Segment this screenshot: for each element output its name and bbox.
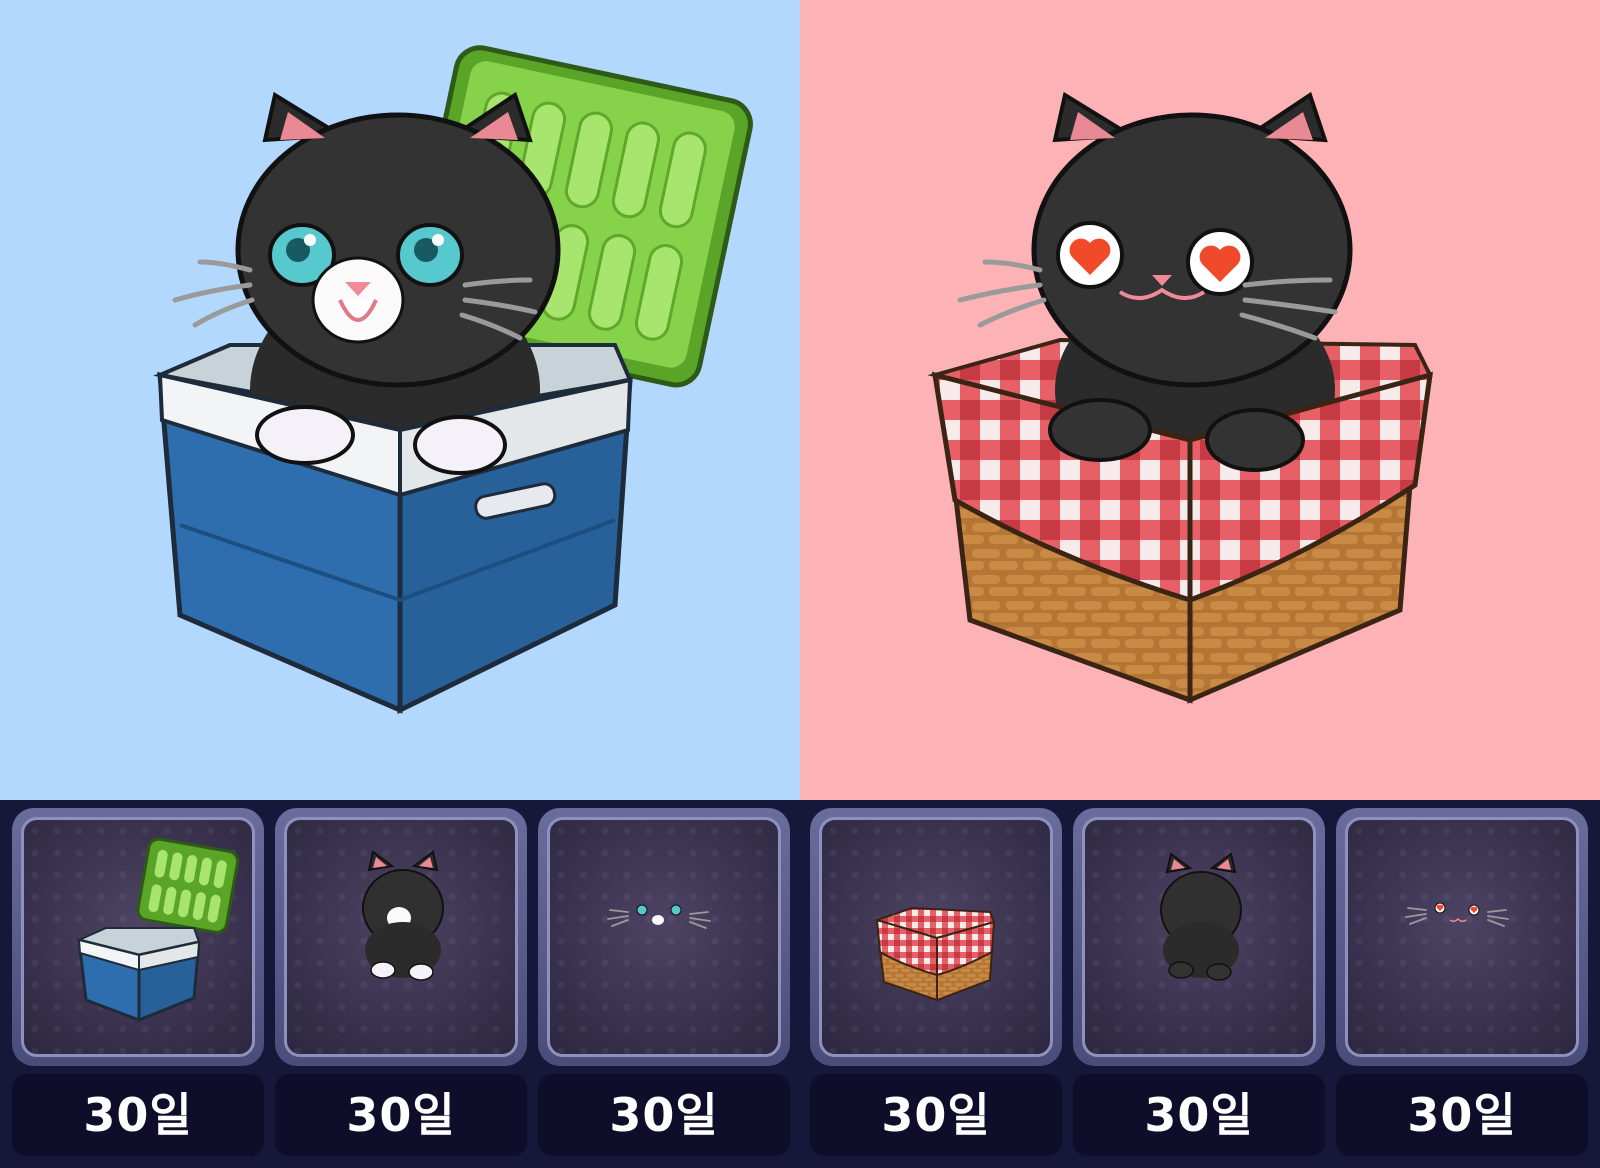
item-slot-cooler-box[interactable] [12, 808, 264, 1066]
cyan-eyes-face-icon [607, 904, 711, 929]
tuxedo-cat-icon [362, 850, 444, 981]
duration-label: 30일 [1336, 1074, 1588, 1156]
item-frame [21, 817, 255, 1057]
duration-label: 30일 [1073, 1074, 1325, 1156]
cat-head-tuxedo [172, 91, 561, 388]
item-frame [547, 817, 781, 1057]
cat-head-black [957, 91, 1353, 388]
item-frame [819, 817, 1053, 1057]
cat-in-basket-illustration [927, 91, 1433, 704]
item-frame [284, 817, 518, 1057]
item-slot-tuxedo-cat[interactable] [275, 808, 527, 1066]
duration-label: 30일 [275, 1074, 527, 1156]
cat-in-cooler-illustration [153, 45, 753, 715]
duration-label: 30일 [12, 1074, 264, 1156]
game-shop-preview: 30일 30일 30일 30일 30일 30일 [0, 0, 1600, 1168]
cooler-box-icon [75, 837, 240, 1023]
item-frame [1082, 817, 1316, 1057]
item-frame [1345, 817, 1579, 1057]
preview-panel-basket [800, 0, 1600, 800]
picnic-basket-icon [873, 906, 996, 1002]
black-cat-icon [1160, 852, 1242, 981]
heart-eyes-face-icon [1405, 902, 1509, 927]
item-slot-black-cat[interactable] [1073, 808, 1325, 1066]
preview-panel-cooler [0, 0, 800, 800]
item-slot-cyan-eyes[interactable] [538, 808, 790, 1066]
item-slot-heart-eyes[interactable] [1336, 808, 1588, 1066]
duration-label: 30일 [810, 1074, 1062, 1156]
item-slot-picnic-basket[interactable] [810, 808, 1062, 1066]
duration-label: 30일 [538, 1074, 790, 1156]
